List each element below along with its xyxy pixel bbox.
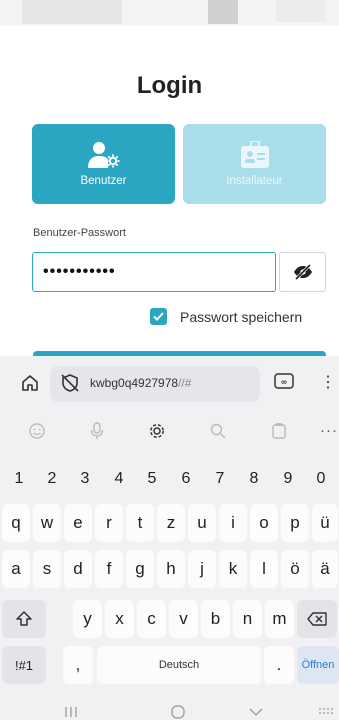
save-password-row[interactable]: Passwort speichern xyxy=(150,308,302,325)
url-text[interactable]: kwbg0q4927978//# xyxy=(90,376,191,390)
toggle-visibility-button[interactable] xyxy=(279,252,326,292)
settings-gear-icon[interactable] xyxy=(148,422,166,440)
key-6[interactable]: 6 xyxy=(171,460,201,498)
key-i[interactable]: i xyxy=(219,504,247,542)
key-a[interactable]: a xyxy=(2,550,30,588)
role-button-installateur[interactable]: Installateur xyxy=(183,124,326,204)
key-q[interactable]: q xyxy=(2,504,30,542)
comma-key[interactable]: , xyxy=(63,646,93,684)
key-j[interactable]: j xyxy=(188,550,216,588)
svg-text:∞: ∞ xyxy=(281,378,288,387)
emoji-icon[interactable] xyxy=(28,422,46,440)
space-key[interactable]: Deutsch xyxy=(97,646,261,684)
key-8[interactable]: 8 xyxy=(239,460,269,498)
key-oe[interactable]: ö xyxy=(281,550,309,588)
key-e[interactable]: e xyxy=(64,504,92,542)
key-n[interactable]: n xyxy=(233,600,262,638)
key-m[interactable]: m xyxy=(265,600,294,638)
key-h[interactable]: h xyxy=(157,550,185,588)
user-gear-icon xyxy=(87,142,119,168)
check-icon xyxy=(153,312,164,321)
shift-icon xyxy=(16,611,32,626)
symbols-key[interactable]: !#1 xyxy=(2,646,46,684)
role-button-benutzer[interactable]: Benutzer xyxy=(32,124,175,204)
more-tools-icon[interactable]: ··· xyxy=(320,422,338,439)
eye-off-icon xyxy=(293,264,312,280)
key-b[interactable]: b xyxy=(201,600,230,638)
nav-home-icon[interactable] xyxy=(170,705,186,719)
key-p[interactable]: p xyxy=(281,504,309,542)
key-g[interactable]: g xyxy=(126,550,154,588)
id-badge-icon xyxy=(240,141,269,168)
more-options-icon[interactable]: ⋮ xyxy=(320,372,336,392)
password-label: Benutzer-Passwort xyxy=(33,227,126,239)
key-y[interactable]: y xyxy=(73,600,102,638)
url-host: kwbg0q4927978 xyxy=(90,376,179,390)
key-ae[interactable]: ä xyxy=(312,550,338,588)
key-5[interactable]: 5 xyxy=(137,460,167,498)
key-t[interactable]: t xyxy=(126,504,154,542)
shift-key[interactable] xyxy=(2,600,46,638)
password-input[interactable]: ••••••••••• xyxy=(32,252,276,292)
key-x[interactable]: x xyxy=(105,600,134,638)
key-0[interactable]: 0 xyxy=(306,460,336,498)
enter-key[interactable]: Öffnen xyxy=(297,646,339,684)
clipboard-translate-icon[interactable] xyxy=(270,422,288,440)
key-k[interactable]: k xyxy=(219,550,247,588)
url-suffix: //# xyxy=(178,376,192,390)
role-button-label: Installateur xyxy=(226,175,283,187)
nav-back-icon[interactable] xyxy=(248,706,264,718)
key-v[interactable]: v xyxy=(169,600,198,638)
key-c[interactable]: c xyxy=(137,600,166,638)
backspace-key[interactable] xyxy=(297,600,337,638)
period-key[interactable]: . xyxy=(264,646,294,684)
key-9[interactable]: 9 xyxy=(273,460,303,498)
page-title: Login xyxy=(136,72,203,99)
key-f[interactable]: f xyxy=(95,550,123,588)
key-l[interactable]: l xyxy=(250,550,278,588)
top-strip-block xyxy=(276,0,326,22)
keyboard-switch-icon[interactable] xyxy=(318,707,334,717)
key-z[interactable]: z xyxy=(157,504,185,542)
save-password-checkbox[interactable] xyxy=(150,308,167,325)
shield-off-icon[interactable] xyxy=(60,373,80,393)
home-icon[interactable] xyxy=(21,374,39,391)
key-s[interactable]: s xyxy=(33,550,61,588)
key-3[interactable]: 3 xyxy=(70,460,100,498)
search-icon[interactable] xyxy=(209,422,227,440)
role-button-label: Benutzer xyxy=(80,175,127,187)
key-w[interactable]: w xyxy=(33,504,61,542)
key-ue[interactable]: ü xyxy=(312,504,338,542)
key-u[interactable]: u xyxy=(188,504,216,542)
microphone-icon[interactable] xyxy=(89,422,105,440)
top-strip-block xyxy=(208,0,238,24)
tabs-icon[interactable]: ∞ xyxy=(274,372,294,390)
key-7[interactable]: 7 xyxy=(205,460,235,498)
top-strip-block xyxy=(22,0,122,24)
key-o[interactable]: o xyxy=(250,504,278,542)
key-2[interactable]: 2 xyxy=(37,460,67,498)
key-1[interactable]: 1 xyxy=(4,460,34,498)
key-4[interactable]: 4 xyxy=(104,460,134,498)
backspace-icon xyxy=(307,612,327,626)
save-password-label: Passwort speichern xyxy=(180,308,303,325)
recents-icon[interactable] xyxy=(64,706,78,718)
key-d[interactable]: d xyxy=(64,550,92,588)
key-r[interactable]: r xyxy=(95,504,123,542)
top-status-strip xyxy=(0,0,339,26)
